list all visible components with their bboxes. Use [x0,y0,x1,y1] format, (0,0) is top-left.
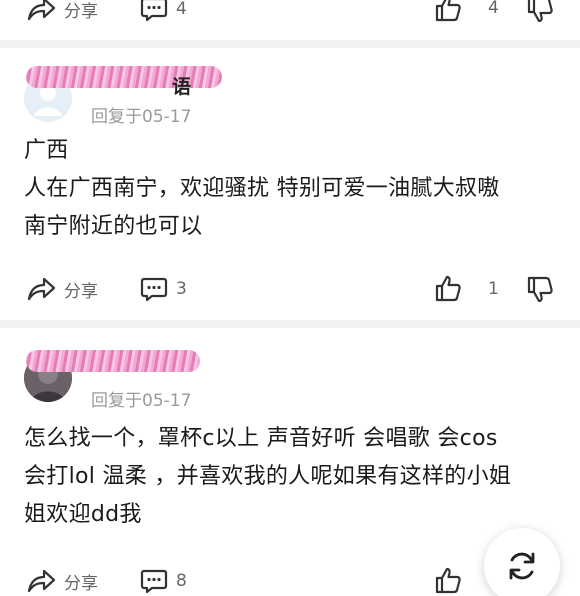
like-button[interactable] [434,274,462,302]
comment-text: 怎么找一个，罩杯c以上 声音好听 会唱歌 会cos 会打lol 温柔 ，并喜欢我… [24,420,511,534]
section-divider [0,40,580,48]
refresh-icon [509,552,535,580]
thumbs-down-icon [527,0,553,23]
comment-line: 广西 [24,138,69,163]
comment-post: 语 回复于05-17 广西 人在广西南宁，欢迎骚扰 特别可爱一油腻大叔嗷 南宁附… [0,48,580,320]
like-button[interactable] [434,0,462,22]
share-label: 分享 [64,281,98,302]
comment-icon [140,0,168,22]
comment-button[interactable]: 3 [140,276,187,302]
like-button[interactable] [434,566,462,594]
like-count: 1 [488,279,499,299]
comment-line: 姐欢迎dd我 [24,502,142,527]
share-label: 分享 [64,1,98,22]
refresh-button[interactable] [484,528,560,596]
share-button[interactable]: 分享 [26,276,98,302]
comment-line: 人在广西南宁，欢迎骚扰 特别可爱一油腻大叔嗷 [24,176,500,201]
comment-line: 南宁附近的也可以 [24,214,203,239]
dislike-button[interactable] [526,276,554,304]
thumbs-up-icon [435,567,461,594]
comment-button[interactable]: 8 [140,568,187,594]
comment-button[interactable]: 4 [140,0,187,22]
share-icon [27,569,56,593]
share-button[interactable]: 分享 [26,0,98,22]
action-bar-top: 分享 4 4 [0,0,580,28]
reply-time: 回复于05-17 [91,391,192,411]
comment-line: 怎么找一个，罩杯c以上 声音好听 会唱歌 会cos [24,426,498,451]
username-suffix: 语 [172,76,192,98]
comment-line: 会打lol 温柔 ，并喜欢我的人呢如果有这样的小姐 [24,464,512,489]
username-redacted [26,350,200,372]
reply-time: 回复于05-17 [91,107,192,127]
comment-icon [140,277,168,302]
comment-text: 广西 人在广西南宁，欢迎骚扰 特别可爱一油腻大叔嗷 南宁附近的也可以 [24,132,500,246]
thumbs-down-icon [527,276,553,303]
comment-icon [140,569,168,594]
share-icon [27,0,56,21]
username-redacted [26,66,222,88]
comment-count: 8 [176,571,187,591]
comment-count: 4 [176,0,187,19]
share-label: 分享 [64,573,98,594]
thumbs-up-icon [435,0,461,22]
section-divider [0,320,580,328]
share-icon [27,277,56,301]
thumbs-up-icon [435,275,461,302]
share-button[interactable]: 分享 [26,568,98,594]
like-count: 4 [488,0,499,18]
comment-count: 3 [176,279,187,299]
dislike-button[interactable] [526,0,554,24]
